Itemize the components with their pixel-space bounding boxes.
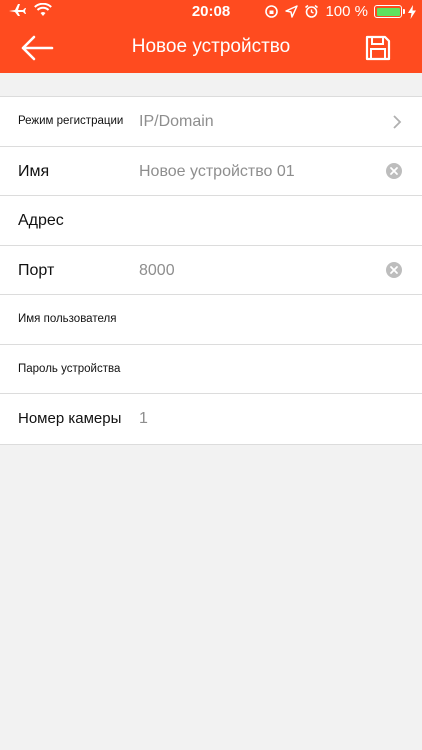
location-icon [285,5,299,18]
name-label: Имя [18,162,50,180]
password-row[interactable]: Пароль устройства [0,345,422,394]
clear-name-button[interactable] [386,162,402,179]
battery-percent: 100 % [325,3,368,20]
camera-number-field[interactable]: 1 [139,394,148,443]
top-bar: 20:08 100 % Новое устройство [0,0,422,73]
battery-level [376,7,400,16]
port-label: Порт [18,261,55,279]
status-bar: 20:08 100 % [0,0,422,24]
device-form: Режим регистрации IP/Domain Имя Новое ус… [0,96,422,445]
port-row[interactable]: Порт 8000 [0,246,422,295]
save-button[interactable] [364,34,392,62]
name-field[interactable]: Новое устройство 01 [139,147,295,196]
port-field[interactable]: 8000 [139,246,175,295]
status-right: 100 % [264,3,416,20]
camera-number-label: Номер камеры [18,410,122,427]
address-label: Адрес [18,212,64,229]
rotation-lock-icon [265,5,279,18]
address-row[interactable]: Адрес [0,196,422,246]
password-label: Пароль устройства [18,362,121,375]
username-row[interactable]: Имя пользователя [0,295,422,345]
registration-mode-value: IP/Domain [139,113,214,130]
alarm-icon [305,4,319,18]
page-title: Новое устройство [131,36,291,57]
clear-port-button[interactable] [386,261,402,278]
nav-bar: Новое устройство [0,24,422,73]
username-label: Имя пользователя [18,313,117,325]
registration-mode-row[interactable]: Режим регистрации IP/Domain [0,97,422,147]
chevron-right-icon [393,115,402,129]
registration-mode-label: Режим регистрации [18,115,124,127]
charging-bolt-icon [408,4,416,19]
camera-number-row[interactable]: Номер камеры 1 [0,394,422,444]
battery-icon [374,5,405,18]
name-row[interactable]: Имя Новое устройство 01 [0,147,422,196]
